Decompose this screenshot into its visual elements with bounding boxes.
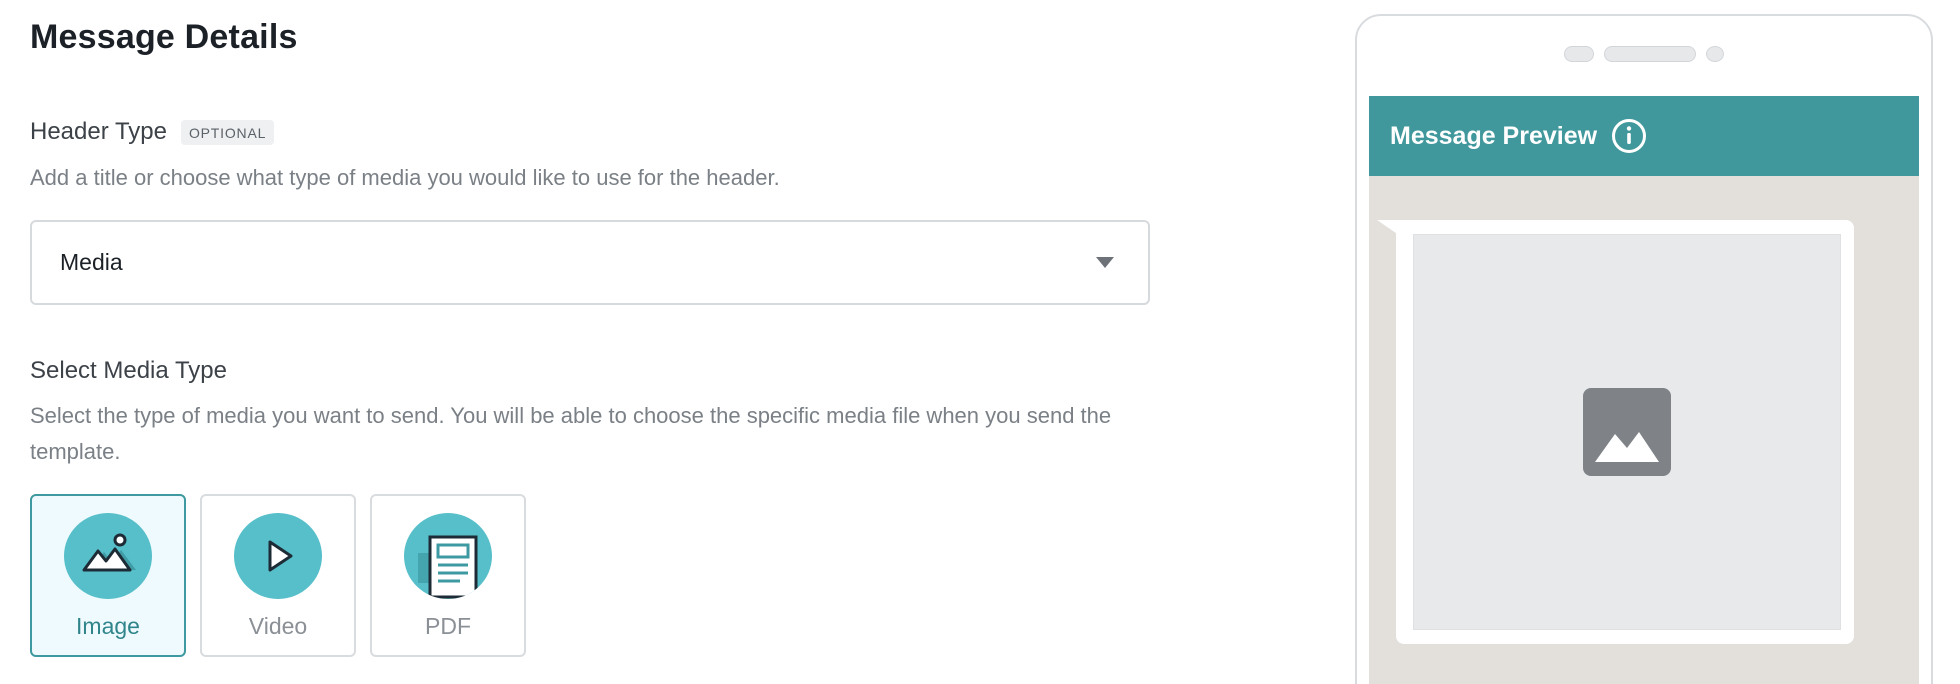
image-placeholder-icon (1583, 388, 1671, 476)
header-type-label: Header Type (30, 118, 167, 145)
media-type-help: Select the type of media you want to sen… (30, 403, 1112, 464)
message-bubble (1396, 220, 1854, 644)
phone-speaker (1604, 46, 1696, 62)
media-type-label: Select Media Type (30, 357, 228, 384)
image-icon (64, 513, 152, 599)
page-title: Message Details (30, 18, 298, 56)
media-option-image[interactable]: Image (30, 494, 186, 657)
chevron-down-icon (1096, 257, 1114, 268)
media-option-label: Image (76, 613, 140, 639)
preview-title: Message Preview (1390, 121, 1598, 150)
info-icon[interactable] (1611, 118, 1647, 154)
media-type-options: Image Video PDF (30, 494, 526, 657)
phone-camera (1706, 46, 1724, 62)
phone-sensor (1564, 46, 1594, 62)
header-type-select[interactable]: Media (30, 220, 1150, 305)
media-option-video[interactable]: Video (200, 494, 356, 657)
header-type-label-row: Header Type OPTIONAL (30, 118, 275, 146)
document-icon (404, 513, 492, 599)
chat-area (1369, 176, 1919, 684)
media-option-label: Video (248, 613, 308, 639)
media-option-pdf[interactable]: PDF (370, 494, 526, 657)
play-icon (234, 513, 322, 599)
phone-notch (1357, 46, 1931, 62)
media-placeholder (1413, 234, 1841, 630)
phone-preview: Message Preview (1355, 14, 1933, 684)
media-option-label: PDF (425, 613, 471, 639)
optional-badge: OPTIONAL (180, 119, 275, 145)
header-type-help: Add a title or choose what type of media… (30, 165, 780, 190)
header-type-selected-value: Media (60, 249, 123, 275)
preview-header: Message Preview (1369, 96, 1919, 176)
